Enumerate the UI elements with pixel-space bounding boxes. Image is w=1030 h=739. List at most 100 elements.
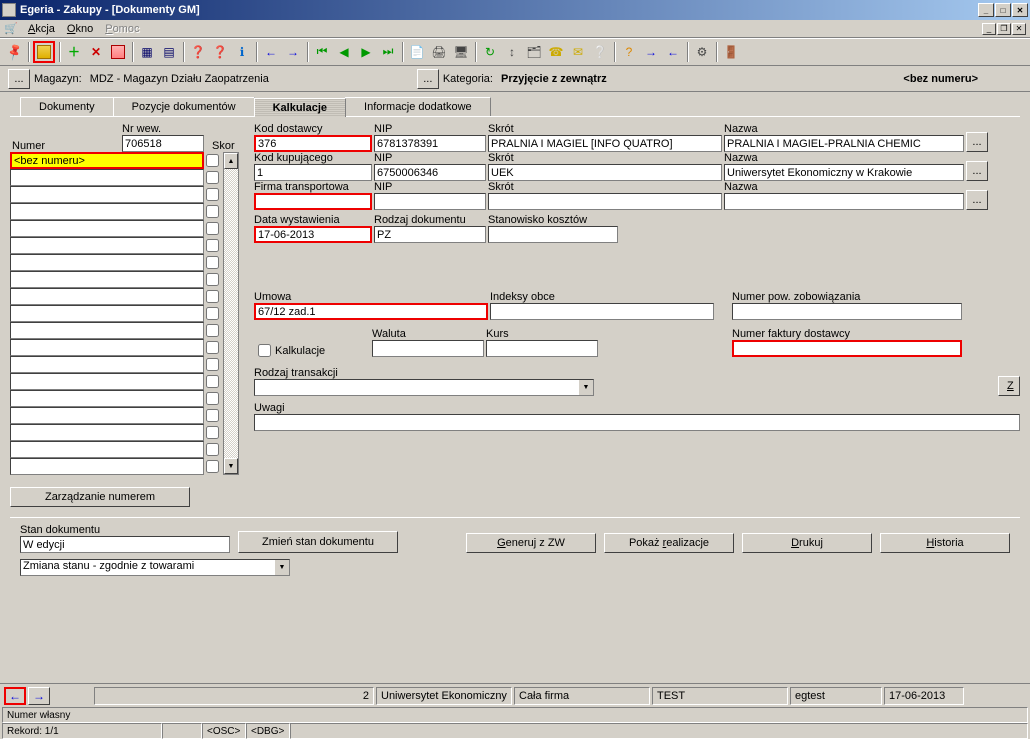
tree-button[interactable]: 🗂	[524, 42, 544, 62]
menu-akcja[interactable]: Akcja	[22, 23, 61, 35]
back-button[interactable]: ←	[261, 42, 281, 62]
nip2-input[interactable]	[374, 164, 486, 181]
skor-check-10[interactable]	[206, 324, 219, 337]
indeksy-input[interactable]	[490, 303, 714, 320]
last-button[interactable]: ⏭	[378, 42, 398, 62]
minimize-button[interactable]: _	[978, 3, 994, 17]
skor-check-4[interactable]	[206, 222, 219, 235]
stan-dokumentu-input[interactable]	[20, 536, 230, 553]
kod-kupujacego-input[interactable]	[254, 164, 372, 181]
exit-button[interactable]: 🚪	[721, 42, 741, 62]
numer-input-17[interactable]	[10, 441, 204, 458]
numer-input-3[interactable]	[10, 203, 204, 220]
skrot3-input[interactable]	[488, 193, 722, 210]
skor-check-3[interactable]	[206, 205, 219, 218]
numer-input-12[interactable]	[10, 356, 204, 373]
generuj-zw-button[interactable]: Generuj z ZW	[466, 533, 596, 553]
skor-check-11[interactable]	[206, 341, 219, 354]
pin-button[interactable]: 📌	[4, 42, 24, 62]
mdi-restore-button[interactable]: ❐	[997, 23, 1011, 35]
numer-input-5[interactable]	[10, 237, 204, 254]
nav-forward-button[interactable]: →	[28, 687, 50, 705]
data-wyst-input[interactable]	[254, 226, 372, 243]
help1-button[interactable]: ❓	[188, 42, 208, 62]
kalkulacje-checkbox[interactable]	[258, 344, 271, 357]
next-button[interactable]: ▶	[356, 42, 376, 62]
sort-button[interactable]: ↕	[502, 42, 522, 62]
umowa-input[interactable]	[254, 303, 488, 320]
skor-check-5[interactable]	[206, 239, 219, 252]
drukuj-button[interactable]: Drukuj	[742, 533, 872, 553]
dostawca-lookup-button[interactable]: ...	[966, 132, 988, 152]
numer-input-7[interactable]	[10, 271, 204, 288]
numer-input-13[interactable]	[10, 373, 204, 390]
skor-check-18[interactable]	[206, 460, 219, 473]
help2-button[interactable]: ❓	[210, 42, 230, 62]
skor-check-7[interactable]	[206, 273, 219, 286]
skor-check-17[interactable]	[206, 443, 219, 456]
nav-back-button[interactable]: ←	[4, 687, 26, 705]
mdi-close-button[interactable]: ✕	[1012, 23, 1026, 35]
nrwew-input[interactable]	[122, 135, 204, 152]
grid1-button[interactable]: ▦	[137, 42, 157, 62]
skor-check-6[interactable]	[206, 256, 219, 269]
tab-pozycje[interactable]: Pozycje dokumentów	[113, 97, 255, 116]
numer-input-11[interactable]	[10, 339, 204, 356]
numfakt-input[interactable]	[732, 340, 962, 357]
nazwa1-input[interactable]	[724, 135, 964, 152]
mdi-minimize-button[interactable]: _	[982, 23, 996, 35]
scroll-down-button[interactable]: ▼	[224, 458, 238, 474]
uwagi-input[interactable]	[254, 414, 1020, 431]
skor-check-0[interactable]	[206, 154, 219, 167]
scroll-up-button[interactable]: ▲	[224, 153, 238, 169]
z-button[interactable]: Z	[998, 376, 1020, 396]
info-button[interactable]: ℹ	[232, 42, 252, 62]
numer-input-6[interactable]	[10, 254, 204, 271]
grid2-button[interactable]: ▤	[159, 42, 179, 62]
zmiana-stanu-combo[interactable]: Zmiana stanu - zgodnie z towarami ▼	[20, 559, 290, 576]
close-button[interactable]: ✕	[1012, 3, 1028, 17]
skor-check-16[interactable]	[206, 426, 219, 439]
skor-check-15[interactable]	[206, 409, 219, 422]
nip1-input[interactable]	[374, 135, 486, 152]
zmien-stan-button[interactable]: Zmień stan dokumentu	[238, 531, 398, 553]
numer-scrollbar[interactable]: ▲ ▼	[223, 152, 239, 475]
numpow-input[interactable]	[732, 303, 962, 320]
numer-input-1[interactable]	[10, 169, 204, 186]
skor-check-2[interactable]	[206, 188, 219, 201]
numer-input-0[interactable]	[10, 152, 204, 169]
zarzadzanie-numerem-button[interactable]: Zarządzanie numerem	[10, 487, 190, 507]
kupujacy-lookup-button[interactable]: ...	[966, 161, 988, 181]
phone-button[interactable]: ☎	[546, 42, 566, 62]
add-button[interactable]: ＋	[64, 42, 84, 62]
numer-input-4[interactable]	[10, 220, 204, 237]
skor-check-12[interactable]	[206, 358, 219, 371]
magazyn-lookup-button[interactable]: ...	[8, 69, 30, 89]
kategoria-lookup-button[interactable]: ...	[417, 69, 439, 89]
arrow-right-button[interactable]: →	[641, 42, 661, 62]
skor-check-13[interactable]	[206, 375, 219, 388]
skrot1-input[interactable]	[488, 135, 722, 152]
kod-dostawcy-input[interactable]	[254, 135, 372, 152]
tab-informacje[interactable]: Informacje dodatkowe	[345, 97, 491, 116]
screen-button[interactable]: 🖥	[451, 42, 471, 62]
skor-check-14[interactable]	[206, 392, 219, 405]
chevron-down-icon[interactable]: ▼	[578, 380, 593, 395]
numer-input-16[interactable]	[10, 424, 204, 441]
chevron-down-icon[interactable]: ▼	[274, 560, 289, 575]
numer-input-9[interactable]	[10, 305, 204, 322]
rodzaj-dok-input[interactable]	[374, 226, 486, 243]
nazwa3-input[interactable]	[724, 193, 964, 210]
prev-button[interactable]: ◀	[334, 42, 354, 62]
menu-pomoc[interactable]: Pomoc	[99, 23, 145, 35]
arrow-left-button[interactable]: ←	[663, 42, 683, 62]
nip3-input[interactable]	[374, 193, 486, 210]
historia-button[interactable]: Historia	[880, 533, 1010, 553]
tab-dokumenty[interactable]: Dokumenty	[20, 97, 114, 116]
mail-button[interactable]: ✉	[568, 42, 588, 62]
firma-tr-input[interactable]	[254, 193, 372, 210]
waluta-input[interactable]	[372, 340, 484, 357]
first-button[interactable]: ⏮	[312, 42, 332, 62]
delete-button[interactable]: ✕	[86, 42, 106, 62]
doc-button[interactable]: 📄	[407, 42, 427, 62]
